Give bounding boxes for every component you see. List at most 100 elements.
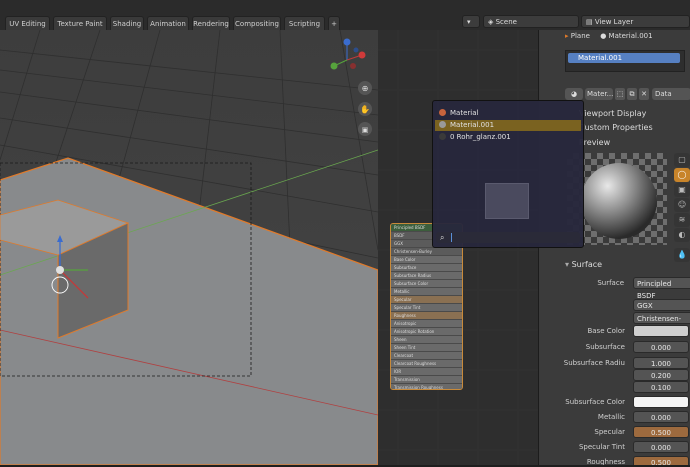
node-socket-row[interactable]: Transmission Roughness bbox=[391, 384, 462, 389]
field-label: Subsurface bbox=[585, 343, 625, 351]
preview-shaderball-icon[interactable]: ◐ bbox=[674, 228, 690, 242]
material-slot-list[interactable]: Material.001 bbox=[565, 50, 685, 72]
popup-item[interactable]: 0 Rohr_glanz.001 bbox=[435, 132, 581, 143]
material-name-field[interactable]: Mater... bbox=[585, 88, 613, 100]
node-socket-row[interactable]: IOR bbox=[391, 368, 462, 376]
unlink-icon[interactable]: ✕ bbox=[639, 88, 649, 100]
surface-header-label: Surface bbox=[571, 260, 603, 269]
add-workspace-button[interactable]: + bbox=[328, 16, 340, 31]
properties-breadcrumb: ▸ Plane ● Material.001 bbox=[565, 32, 690, 44]
viewport-display-panel[interactable]: Viewport Display bbox=[579, 109, 646, 118]
field-label: Metallic bbox=[597, 413, 625, 421]
node-socket-row[interactable]: Sheen Tint bbox=[391, 344, 462, 352]
tab-shading[interactable]: Shading bbox=[110, 16, 144, 31]
fake-user-icon[interactable]: ⬚ bbox=[615, 88, 625, 100]
popup-item[interactable]: Material bbox=[435, 108, 581, 119]
preview-type-buttons: ▢ ◯ ▣ ☺ ≋ ◐ 💧 bbox=[670, 153, 690, 262]
field-value[interactable]: 0.000 bbox=[633, 341, 689, 353]
field-value[interactable] bbox=[633, 396, 689, 408]
view-layer-label: View Layer bbox=[594, 18, 634, 26]
field-value[interactable]: 0.500 bbox=[633, 426, 689, 438]
node-socket-row[interactable]: Subsurface bbox=[391, 264, 462, 272]
breadcrumb-object: Plane bbox=[570, 32, 590, 40]
new-material-icon[interactable]: ⧉ bbox=[627, 88, 637, 100]
preview-hair-icon[interactable]: ≋ bbox=[674, 213, 690, 227]
field-label: Specular bbox=[594, 428, 625, 436]
field-value[interactable] bbox=[633, 325, 689, 337]
node-socket-row[interactable]: Anisotropic Rotation bbox=[391, 328, 462, 336]
popup-item-label: Material.001 bbox=[450, 121, 495, 129]
preview-sphere-icon[interactable]: ◯ bbox=[674, 168, 690, 182]
view-layer-selector[interactable]: ▤ View Layer bbox=[581, 15, 690, 28]
material-slot-item[interactable]: Material.001 bbox=[568, 53, 680, 63]
surface-panel-header[interactable]: ▾ Surface bbox=[565, 260, 602, 269]
node-socket-row[interactable]: Sheen bbox=[391, 336, 462, 344]
tab-rendering[interactable]: Rendering bbox=[192, 16, 230, 31]
material-slot-label: Material.001 bbox=[578, 54, 623, 62]
node-socket-row[interactable]: Base Color bbox=[391, 256, 462, 264]
search-icon: ⌕ bbox=[440, 233, 445, 242]
field-label: Roughness bbox=[586, 458, 625, 465]
link-dropdown[interactable]: Data bbox=[652, 88, 690, 100]
node-socket-row[interactable]: Christensen-Burley bbox=[391, 248, 462, 256]
popup-item[interactable]: Material.001 bbox=[435, 120, 581, 131]
3d-viewport[interactable]: ⊕ ✋ ▣ bbox=[0, 30, 378, 465]
material-icon bbox=[439, 133, 446, 140]
subsurface-method-dropdown[interactable]: Christensen-Burl... bbox=[633, 312, 690, 335]
material-browse-icon[interactable]: ◕ bbox=[565, 88, 583, 100]
preview-world-icon[interactable]: 💧 bbox=[674, 248, 690, 262]
surface-label: Surface bbox=[597, 279, 624, 287]
svg-text:▣: ▣ bbox=[362, 126, 369, 134]
editor-type-dropdown[interactable]: ▾ bbox=[462, 15, 480, 28]
preview-monkey-icon[interactable]: ☺ bbox=[674, 198, 690, 212]
material-icon: ● bbox=[600, 32, 609, 40]
field-value[interactable]: 1.000 bbox=[633, 357, 689, 369]
material-name-value: Mater... bbox=[587, 90, 614, 98]
node-socket-row[interactable]: Transmission bbox=[391, 376, 462, 384]
field-label: Subsurface Radiu bbox=[563, 359, 625, 367]
material-icon bbox=[439, 109, 446, 116]
node-socket-row[interactable]: Clearcoat Roughness bbox=[391, 360, 462, 368]
node-socket-row[interactable]: Anisotropic bbox=[391, 320, 462, 328]
search-caret bbox=[451, 233, 452, 242]
node-socket-row[interactable]: Subsurface Radius bbox=[391, 272, 462, 280]
custom-properties-label: Custom Properties bbox=[579, 123, 653, 132]
node-socket-row[interactable]: Roughness bbox=[391, 312, 462, 320]
surface-shader-value: Principled BSDF bbox=[637, 280, 672, 300]
preview-cube-icon[interactable]: ▣ bbox=[674, 183, 690, 197]
popup-item-label: 0 Rohr_glanz.001 bbox=[450, 133, 511, 141]
viewport-display-label: Viewport Display bbox=[579, 109, 647, 118]
tab-compositing[interactable]: Compositing bbox=[233, 16, 281, 31]
node-socket-row[interactable]: Clearcoat bbox=[391, 352, 462, 360]
node-socket-row[interactable]: Metallic bbox=[391, 288, 462, 296]
node-sockets: BSDF GGX Christensen-Burley Base Color Subsu… bbox=[391, 232, 462, 389]
preview-flat-icon[interactable]: ▢ bbox=[674, 153, 690, 167]
top-bar: UV Editing Texture Paint Shading Animation R… bbox=[0, 0, 690, 31]
field-label: Specular Tint bbox=[578, 443, 625, 451]
scene-selector[interactable]: ◈ Scene bbox=[483, 15, 579, 28]
tab-animation[interactable]: Animation bbox=[147, 16, 189, 31]
field-value[interactable]: 0.500 bbox=[633, 456, 689, 465]
field-value[interactable]: 0.000 bbox=[633, 411, 689, 423]
field-value[interactable]: 0.200 bbox=[633, 369, 689, 381]
view-layer-icon: ▤ bbox=[586, 18, 595, 26]
gizmo-center[interactable] bbox=[56, 266, 64, 274]
tab-uv-editing[interactable]: UV Editing bbox=[5, 16, 50, 31]
breadcrumb-material: Material.001 bbox=[608, 32, 653, 40]
tab-texture-paint[interactable]: Texture Paint bbox=[53, 16, 107, 31]
surface-shader-field[interactable]: Principled BSDF bbox=[633, 277, 690, 300]
distribution-dropdown[interactable]: GGX bbox=[633, 299, 690, 311]
preview-sphere bbox=[581, 163, 657, 239]
principled-bsdf-node[interactable]: Principled BSDF BSDF GGX Christensen-Burle… bbox=[390, 223, 463, 390]
node-socket-row[interactable]: Specular bbox=[391, 296, 462, 304]
custom-properties-panel[interactable]: Custom Properties bbox=[579, 123, 653, 132]
viewport-canvas[interactable]: ⊕ ✋ ▣ bbox=[0, 30, 378, 465]
node-socket-row[interactable]: Subsurface Color bbox=[391, 280, 462, 288]
field-value[interactable]: 0.100 bbox=[633, 381, 689, 393]
material-browse-popup[interactable]: Material Material.001 0 Rohr_glanz.001 ⌕ bbox=[432, 100, 584, 248]
scene-label: Scene bbox=[495, 18, 517, 26]
field-value[interactable]: 0.000 bbox=[633, 441, 689, 453]
tab-scripting[interactable]: Scripting bbox=[284, 16, 325, 31]
node-socket-row[interactable]: Specular Tint bbox=[391, 304, 462, 312]
popup-search-input[interactable]: ⌕ bbox=[436, 232, 580, 243]
